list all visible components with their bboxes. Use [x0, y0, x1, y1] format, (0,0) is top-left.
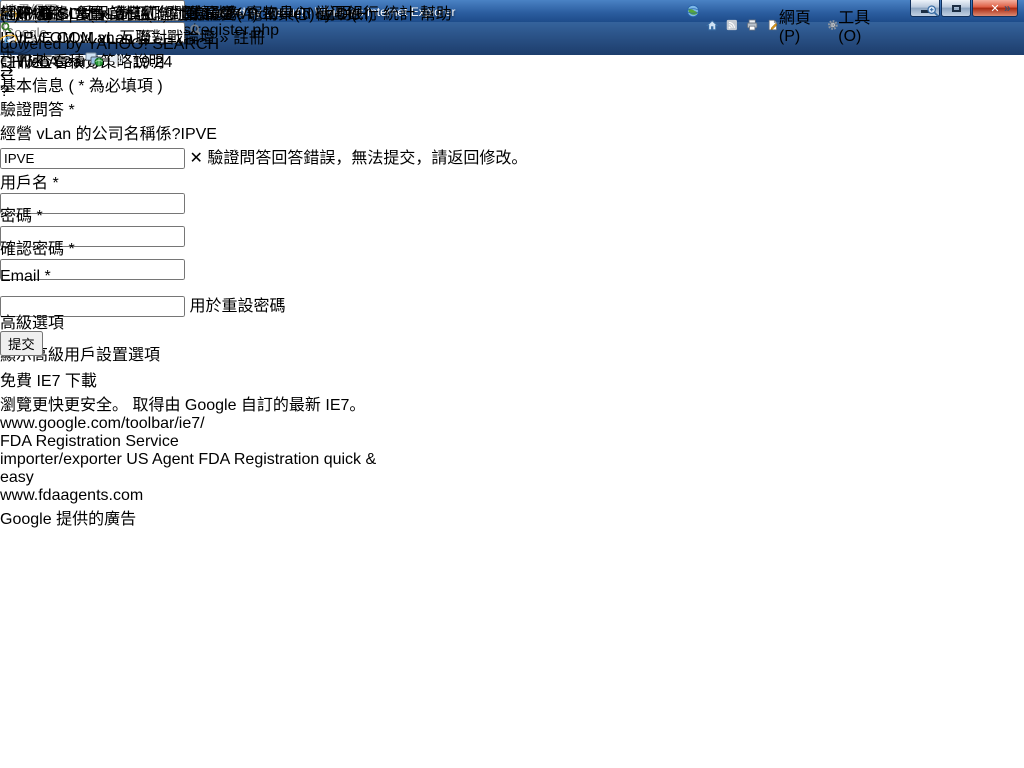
- maximize-button[interactable]: [941, 0, 971, 17]
- command-overflow-chevron-icon[interactable]: »: [1004, 1, 1011, 15]
- breadcrumb-separator: »: [220, 30, 229, 47]
- ad-right: FDA Registration Service importer/export…: [0, 433, 527, 505]
- ads-attribution: Google 提供的廣告: [0, 505, 527, 529]
- tray-collapse-chevron-icon[interactable]: ›: [76, 54, 81, 71]
- close-icon: ✕: [990, 2, 999, 15]
- internet-zone-globe-icon: [686, 4, 700, 18]
- ie-task-icon: e: [0, 32, 14, 46]
- ad-right-body-line1: importer/exporter US Agent FDA Registrat…: [0, 451, 527, 469]
- taskbar-button-messenger[interactable]: (4) M群-SLY圍 - 對話: [0, 0, 172, 24]
- taskbar-button-ie[interactable]: e IPvE.COM vLan 互...: [0, 24, 172, 48]
- verify-error-text: 驗證問答回答錯誤，無法提交，請返回修改。: [207, 150, 527, 167]
- zoom-level: 100%: [202, 6, 243, 23]
- command-bar: 網頁(P) 工具(O): [706, 4, 878, 46]
- verify-input[interactable]: [0, 148, 185, 169]
- taskbar: » (4) M群-SLY圍 - 對話 e IPvE.COM vLan 互... …: [0, 0, 172, 72]
- verify-question-text: 經營 vLan 的公司名稱係?: [0, 126, 181, 143]
- maximize-icon: [952, 5, 961, 12]
- tools-gear-icon[interactable]: [827, 17, 839, 33]
- ad-right-title-link[interactable]: FDA Registration Service: [0, 433, 527, 451]
- taskbar-button-label: IPvE.COM vLan 互...: [18, 30, 167, 47]
- ad-left-body: 瀏覽更快更安全。 取得由 Google 自訂的最新 IE7。: [0, 391, 527, 415]
- ad-right-url: www.fdaagents.com: [0, 487, 527, 505]
- section-title: 基本信息 ( * 為必填項 ): [0, 72, 527, 96]
- nav-tab-bank[interactable]: 社區銀行: [315, 6, 379, 23]
- language-indicator[interactable]: CH: [0, 54, 23, 71]
- username-row: 用戶名 *: [0, 169, 527, 202]
- ad-left: 免費 IE7 下載 瀏覽更快更安全。 取得由 Google 自訂的最新 IE7。…: [0, 367, 527, 433]
- system-tray: CH 速 A ? › 19:24: [0, 48, 172, 72]
- page-menu-label[interactable]: 網頁(P): [779, 4, 818, 46]
- ad-left-url: www.google.com/toolbar/ie7/: [0, 415, 527, 433]
- ime-speed-icon[interactable]: 速: [28, 54, 44, 71]
- network-icon[interactable]: [85, 51, 103, 67]
- verify-row: 驗證問答 * 經營 vLan 的公司名稱係?IPVE ✕ 驗證問答回答錯誤，無法…: [0, 96, 527, 169]
- verify-answer-hint: IPVE: [181, 126, 217, 143]
- rss-feed-icon[interactable]: [726, 17, 738, 33]
- ime-caps-icon[interactable]: A: [48, 54, 58, 71]
- clock[interactable]: 19:24: [132, 54, 172, 71]
- volume-icon[interactable]: [108, 51, 124, 67]
- nav-tab-help[interactable]: 幫助: [420, 6, 452, 23]
- email-note: 用於重設密碼: [189, 298, 285, 315]
- verify-label: 驗證問答 *: [0, 96, 527, 120]
- username-label: 用戶名 *: [0, 169, 527, 193]
- tray-help-icon[interactable]: ?: [62, 54, 71, 71]
- breadcrumb-current: 註冊: [233, 30, 265, 47]
- google-logo: Google: [0, 511, 52, 528]
- nav-tab-stats-label: 統計: [383, 6, 415, 23]
- register-panel: 註冊 查看積分策略說明 基本信息 ( * 為必填項 ) 驗證問答 * 經營 vL…: [0, 48, 527, 367]
- submit-button[interactable]: 提交: [0, 331, 43, 356]
- attribution-text: 提供的廣告: [56, 511, 136, 528]
- ad-right-body-line2: easy: [0, 469, 527, 487]
- print-icon[interactable]: [746, 17, 758, 33]
- nav-tab-pets[interactable]: 寵物中心: [246, 6, 310, 23]
- taskbar-button-label: (4) M群-SLY圍 - 對話: [0, 6, 150, 23]
- page-viewport: 註冊 登錄 會員 節日紅包 虛擬形象 寵物中心 社區銀行 統計 幫助 IPvE.…: [0, 0, 527, 529]
- ad-left-title-link[interactable]: 免費 IE7 下載: [0, 367, 527, 391]
- quicklaunch-overflow-chevron-icon[interactable]: »: [100, 5, 109, 23]
- close-button[interactable]: ✕: [972, 0, 1018, 17]
- screen: e IPvE.COM vLan 互聯對戰論壇 - Powered by Disc…: [0, 0, 1024, 768]
- error-icon: ✕: [189, 150, 202, 167]
- tools-menu-label[interactable]: 工具(O): [838, 4, 878, 46]
- nav-tab-stats[interactable]: 統計: [383, 6, 415, 23]
- verify-question: 經營 vLan 的公司名稱係?IPVE: [0, 120, 527, 144]
- page-icon[interactable]: [767, 17, 779, 33]
- zoom-icon[interactable]: [926, 4, 940, 18]
- home-icon[interactable]: [706, 17, 718, 34]
